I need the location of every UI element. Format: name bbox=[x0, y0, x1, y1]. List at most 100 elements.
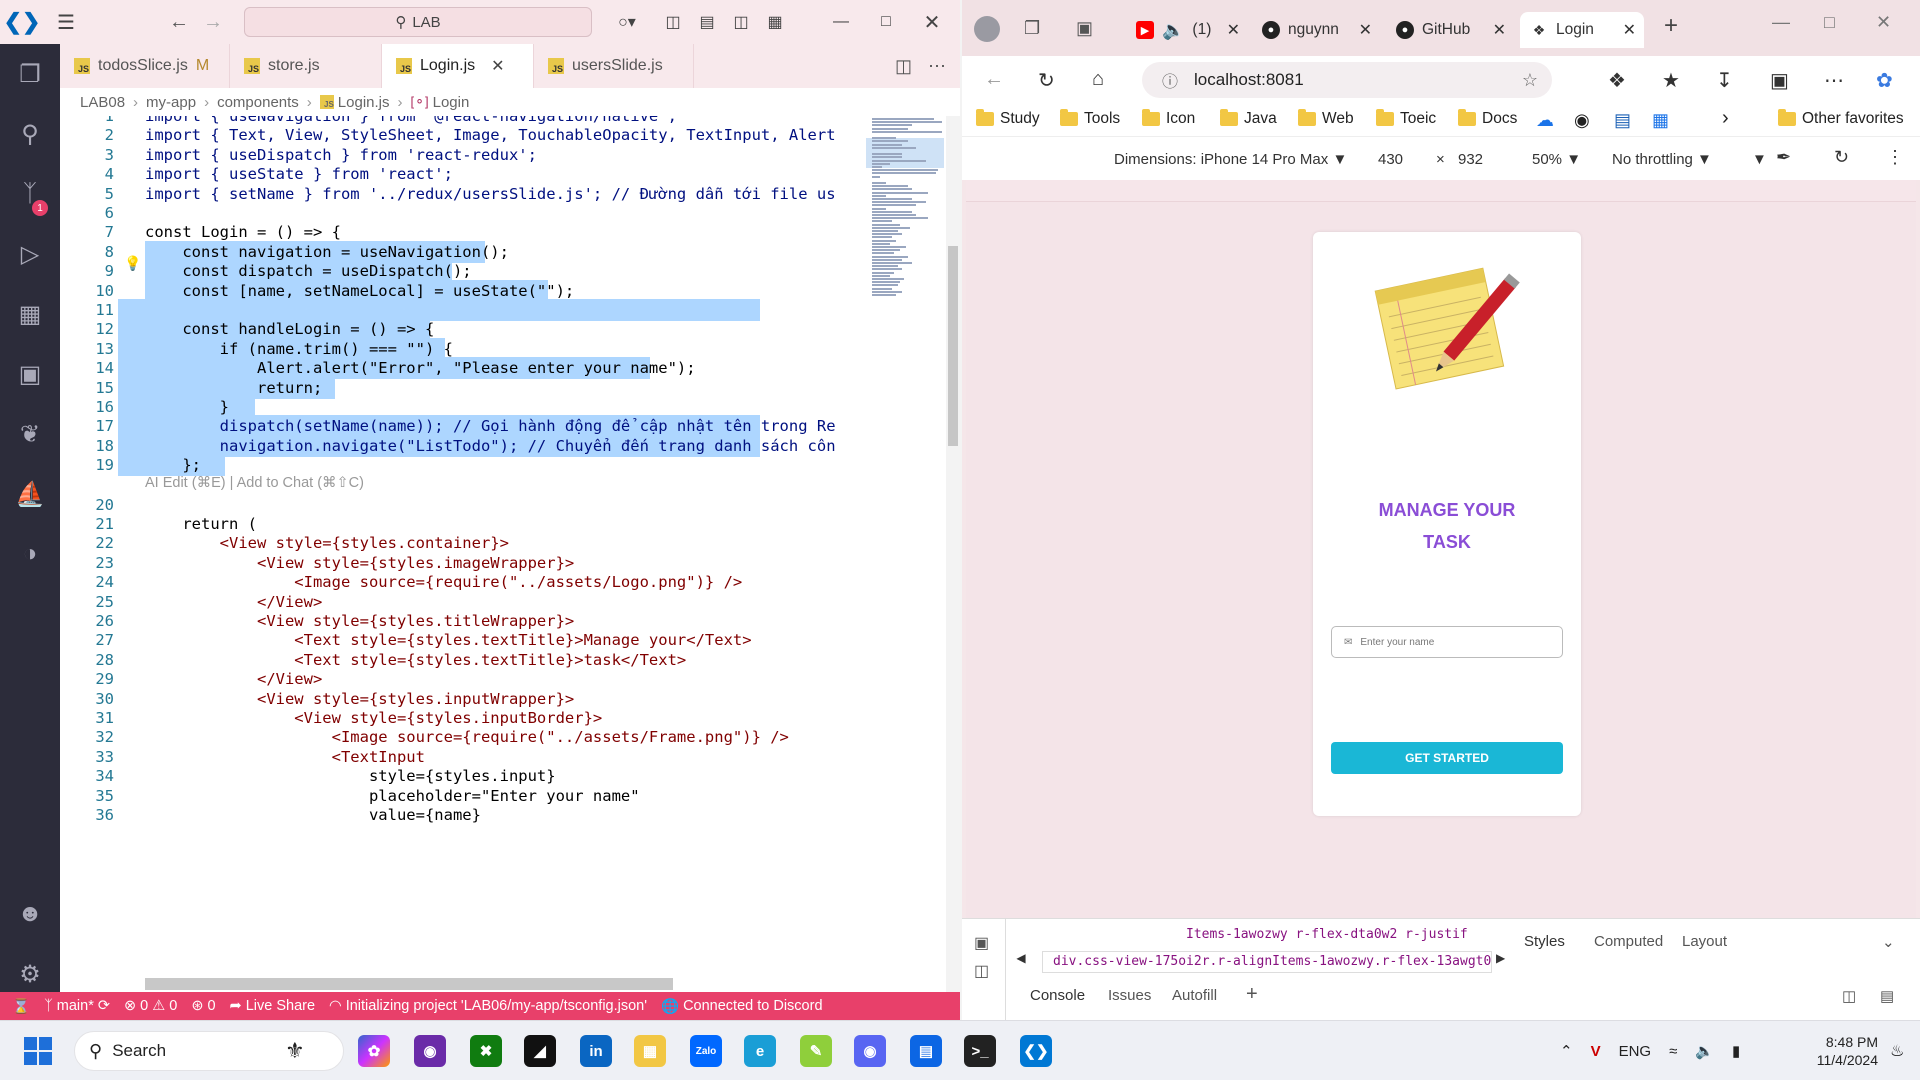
forward-arrow-icon[interactable]: → bbox=[196, 11, 230, 34]
vscode-app-icon[interactable]: ❮❯ bbox=[1020, 1035, 1052, 1067]
edge-devtools-icon[interactable]: ◑ bbox=[0, 524, 60, 584]
tab-github-profile[interactable]: ● nguynn ✕ bbox=[1252, 12, 1380, 48]
extensions-icon[interactable]: ▦ bbox=[0, 284, 60, 344]
close-tab-icon[interactable]: ✕ bbox=[1493, 20, 1506, 40]
tab-github[interactable]: ● GitHub ✕ bbox=[1386, 12, 1514, 48]
autofill-tab[interactable]: Autofill bbox=[1172, 987, 1217, 1004]
home-icon[interactable]: ⌂ bbox=[1092, 68, 1104, 91]
volume-icon[interactable]: 🔈 bbox=[1695, 1042, 1714, 1060]
chat-app-icon[interactable]: ✎ bbox=[800, 1035, 832, 1067]
copilot-icon[interactable]: ✿ bbox=[1876, 68, 1893, 93]
close-tab-icon[interactable]: ✕ bbox=[491, 56, 504, 76]
inspect-element-icon[interactable]: ▣ bbox=[974, 933, 989, 953]
favorite-folder[interactable]: Icon bbox=[1142, 109, 1195, 128]
eyedropper-icon[interactable]: ✒ bbox=[1776, 147, 1791, 168]
minimize-icon[interactable]: — bbox=[1772, 12, 1790, 33]
xbox-app-icon[interactable]: ✖ bbox=[470, 1035, 502, 1067]
file-explorer-app-icon[interactable]: ▦ bbox=[634, 1035, 666, 1067]
back-arrow-icon[interactable]: ← bbox=[984, 68, 1004, 91]
more-menu-icon[interactable]: ⋯ bbox=[1824, 68, 1844, 93]
breadcrumb-item[interactable]: Login bbox=[433, 94, 470, 111]
back-arrow-icon[interactable]: ← bbox=[162, 11, 196, 34]
search-icon[interactable]: ⚲ bbox=[0, 104, 60, 164]
chevron-down-icon[interactable]: ▼ bbox=[1752, 151, 1767, 168]
onedrive-icon[interactable]: ☁ bbox=[1536, 110, 1554, 131]
edge-app-icon[interactable]: e bbox=[744, 1035, 776, 1067]
breadcrumb-item[interactable]: LAB08 bbox=[80, 94, 125, 111]
terminal-app-icon[interactable]: >_ bbox=[964, 1035, 996, 1067]
editor-scrollbar[interactable] bbox=[946, 116, 960, 992]
language-label[interactable]: ENG bbox=[1619, 1043, 1652, 1060]
downloads-icon[interactable]: ↧ bbox=[1716, 68, 1733, 93]
close-tab-icon[interactable]: ✕ bbox=[1227, 20, 1240, 40]
trello-app-icon[interactable]: ▤ bbox=[910, 1035, 942, 1067]
zalo-app-icon[interactable]: Zalo bbox=[690, 1035, 722, 1067]
favorite-folder[interactable]: Web bbox=[1298, 109, 1354, 128]
chevron-right-icon[interactable]: › bbox=[1722, 107, 1729, 130]
workspaces-icon[interactable]: ❐ bbox=[1024, 18, 1040, 39]
styles-tab[interactable]: Styles bbox=[1524, 933, 1565, 950]
code-line[interactable]: 19 }; bbox=[60, 453, 860, 477]
close-tab-icon[interactable]: ✕ bbox=[1623, 20, 1636, 40]
github-icon[interactable]: ◉ bbox=[1574, 110, 1590, 131]
copilot-icon[interactable]: ○▾ bbox=[604, 0, 650, 44]
height-input[interactable]: 932 bbox=[1458, 151, 1483, 168]
tab-login[interactable]: JS Login.js ✕ bbox=[382, 44, 534, 88]
battery-icon[interactable]: ▮ bbox=[1732, 1042, 1740, 1060]
obs-app-icon[interactable]: ◉ bbox=[414, 1035, 446, 1067]
breadcrumb-item[interactable]: Login.js bbox=[338, 94, 390, 111]
computed-tab[interactable]: Computed bbox=[1594, 933, 1663, 950]
mongodb-leaf-icon[interactable]: ❦ bbox=[0, 404, 60, 464]
chevron-down-icon[interactable]: ⌄ bbox=[1882, 933, 1895, 951]
horizontal-scrollbar[interactable] bbox=[145, 978, 673, 990]
close-window-icon[interactable]: ✕ bbox=[1876, 12, 1891, 33]
dom-tree-line[interactable]: Items-1awozwy r-flex-dta0w2 r-justif bbox=[1186, 927, 1468, 942]
address-bar[interactable]: ⓘ localhost:8081 ☆ bbox=[1142, 62, 1552, 98]
taskbar-search[interactable]: ⚲ Search ⚜ bbox=[74, 1031, 344, 1071]
problems-status[interactable]: ⊗ 0 ⚠ 0 bbox=[124, 998, 177, 1014]
screencast-icon[interactable]: ▤ bbox=[1880, 987, 1894, 1005]
ai-edit-hint[interactable]: AI Edit (⌘E) | Add to Chat (⌘⇧C) bbox=[145, 475, 364, 491]
lightbulb-icon[interactable]: 💡 bbox=[124, 256, 141, 272]
name-input[interactable]: ✉ Enter your name bbox=[1331, 626, 1563, 658]
discord-app-icon[interactable]: ◉ bbox=[854, 1035, 886, 1067]
run-debug-icon[interactable]: ▷ bbox=[0, 224, 60, 284]
tab-todosslice[interactable]: JS todosSlice.js M bbox=[60, 44, 230, 88]
linkedin-app-icon[interactable]: in bbox=[580, 1035, 612, 1067]
device-toolbar-icon[interactable]: ◫ bbox=[974, 961, 989, 981]
windows-start-icon[interactable] bbox=[24, 1037, 52, 1065]
toggle-sidebar-icon[interactable]: ◫ bbox=[656, 0, 690, 44]
ports-status[interactable]: ⊛ 0 bbox=[191, 998, 215, 1014]
live-share-status[interactable]: ➦ Live Share bbox=[230, 998, 315, 1014]
get-started-button[interactable]: GET STARTED bbox=[1331, 742, 1563, 774]
more-actions-icon[interactable]: ⋯ bbox=[928, 56, 946, 77]
screenshot-icon[interactable]: ▣ bbox=[1770, 68, 1789, 93]
profile-avatar[interactable] bbox=[974, 16, 1000, 42]
remote-indicator-icon[interactable]: ⌛ bbox=[12, 998, 30, 1015]
issues-tab[interactable]: Issues bbox=[1108, 987, 1151, 1004]
tab-actions-icon[interactable]: ▣ bbox=[1076, 18, 1093, 39]
console-tab[interactable]: Console bbox=[1030, 987, 1085, 1004]
breadcrumb-item[interactable]: components bbox=[217, 94, 299, 111]
favorites-icon[interactable]: ★ bbox=[1662, 68, 1680, 93]
throttling-dropdown[interactable]: No throttling ▼ bbox=[1612, 151, 1712, 168]
code-editor[interactable]: 1 import { useNavigation } from '@react-n… bbox=[60, 116, 860, 992]
new-tab-icon[interactable]: + bbox=[1664, 12, 1678, 40]
breadcrumb-item[interactable]: my-app bbox=[146, 94, 196, 111]
tab-youtube[interactable]: ▶ 🔈 (1) ✕ bbox=[1126, 12, 1248, 48]
trello-icon[interactable]: ▤ bbox=[1614, 110, 1631, 131]
copilot-app-icon[interactable]: ✿ bbox=[358, 1035, 390, 1067]
width-input[interactable]: 430 bbox=[1378, 151, 1403, 168]
discord-status[interactable]: 🌐 Connected to Discord bbox=[661, 998, 823, 1015]
add-panel-icon[interactable]: + bbox=[1246, 983, 1258, 1006]
rotate-device-icon[interactable]: ↻ bbox=[1834, 147, 1849, 168]
initializing-status[interactable]: ◠ Initializing project 'LAB06/my-app/tsco… bbox=[329, 998, 647, 1014]
device-dropdown[interactable]: Dimensions: iPhone 14 Pro Max ▼ bbox=[1114, 151, 1347, 168]
minimize-icon[interactable]: — bbox=[824, 0, 858, 44]
tab-login[interactable]: ❖ Login ✕ bbox=[1520, 12, 1644, 48]
scroll-left-icon[interactable]: ◀ bbox=[1006, 951, 1036, 965]
chevron-up-icon[interactable]: ⌃ bbox=[1560, 1042, 1573, 1060]
command-center-search[interactable]: ⚲ LAB bbox=[244, 7, 592, 37]
favorite-folder[interactable]: Tools bbox=[1060, 109, 1120, 128]
accounts-icon[interactable]: ☻ bbox=[0, 884, 60, 944]
